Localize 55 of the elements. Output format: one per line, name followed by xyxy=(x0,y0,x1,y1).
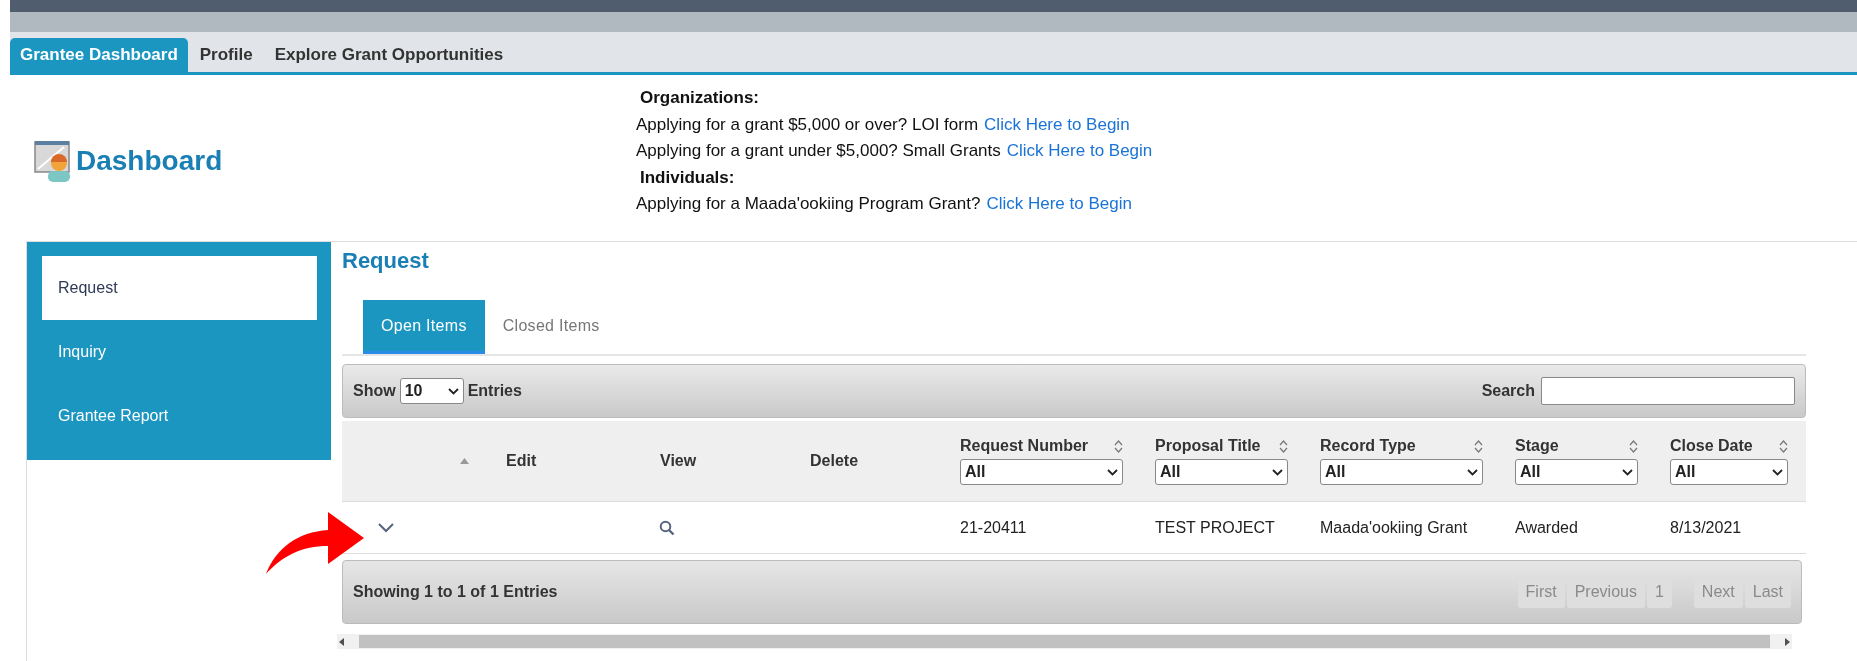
sort-icon[interactable] xyxy=(1629,439,1638,453)
page-length-select[interactable]: 10 xyxy=(399,378,464,404)
sort-icon[interactable] xyxy=(1779,439,1788,453)
info-text: Applying for a Maada'ookiing Program Grant? xyxy=(636,194,981,213)
begin-link[interactable]: Click Here to Begin xyxy=(986,194,1132,213)
search-field[interactable] xyxy=(1541,377,1795,405)
table-cell: TEST PROJECT xyxy=(1155,518,1275,536)
section-heading: Organizations: xyxy=(639,87,760,109)
begin-link[interactable]: Click Here to Begin xyxy=(984,114,1130,134)
search-icon[interactable] xyxy=(659,519,675,536)
begin-link[interactable]: Click Here to Begin xyxy=(1006,141,1153,160)
chevron-down-icon xyxy=(1772,468,1783,476)
column-header[interactable]: Edit xyxy=(506,452,537,470)
column-header[interactable]: Record Type xyxy=(1320,437,1416,455)
chevron-down-icon[interactable] xyxy=(378,522,394,533)
info-text: Applying for a grant $5,000 or over? LOI form xyxy=(636,114,979,134)
scroll-right-icon[interactable] xyxy=(1782,636,1792,647)
scroll-left-icon[interactable] xyxy=(337,636,347,647)
info-text: Applying for a grant under $5,000? Small Grants xyxy=(636,141,1001,160)
horizontal-scrollbar[interactable] xyxy=(337,634,1792,649)
table-cell: Awarded xyxy=(1515,518,1578,536)
sort-icon[interactable] xyxy=(1279,439,1288,453)
show-label: Show xyxy=(353,382,396,400)
section-title: Request xyxy=(342,248,429,273)
filter-select[interactable]: All xyxy=(1320,459,1483,485)
column-header[interactable]: Request Number xyxy=(960,437,1089,455)
column-header[interactable]: Proposal Title xyxy=(1155,437,1261,455)
table-cell: 8/13/2021 xyxy=(1670,518,1742,536)
column-header[interactable]: Delete xyxy=(810,452,859,470)
chevron-down-icon xyxy=(1107,468,1118,476)
filter-select[interactable]: All xyxy=(960,459,1123,485)
filter-select[interactable]: All xyxy=(1515,459,1638,485)
filter-select[interactable]: All xyxy=(1155,459,1288,485)
column-header[interactable]: View xyxy=(660,452,697,470)
nav-tab[interactable]: Profile xyxy=(189,38,263,72)
chevron-down-icon xyxy=(1272,468,1283,476)
filter-select[interactable]: All xyxy=(1670,459,1788,485)
sort-ascending-icon[interactable] xyxy=(460,458,469,464)
table-info: Showing 1 to 1 of 1 Entries xyxy=(353,583,558,601)
chevron-down-icon xyxy=(1622,468,1633,476)
search-label: Search xyxy=(1481,382,1535,400)
chevron-down-icon xyxy=(447,387,459,395)
column-header[interactable]: Stage xyxy=(1515,437,1559,455)
page-title: Dashboard xyxy=(76,145,223,177)
table-cell: 21-20411 xyxy=(960,518,1027,536)
tab[interactable]: Closed Items xyxy=(484,300,618,354)
section-heading: Individuals: xyxy=(639,166,736,189)
chevron-down-icon xyxy=(1467,468,1478,476)
entries-label: Entries xyxy=(467,382,522,400)
sidebar-item[interactable]: Request xyxy=(42,256,317,320)
sort-icon[interactable] xyxy=(1114,439,1123,453)
table-cell: Maada'ookiing Grant xyxy=(1320,518,1468,536)
column-header[interactable]: Close Date xyxy=(1670,437,1753,455)
sort-icon[interactable] xyxy=(1474,439,1483,453)
nav-tab[interactable]: Explore Grant Opportunities xyxy=(264,38,514,72)
